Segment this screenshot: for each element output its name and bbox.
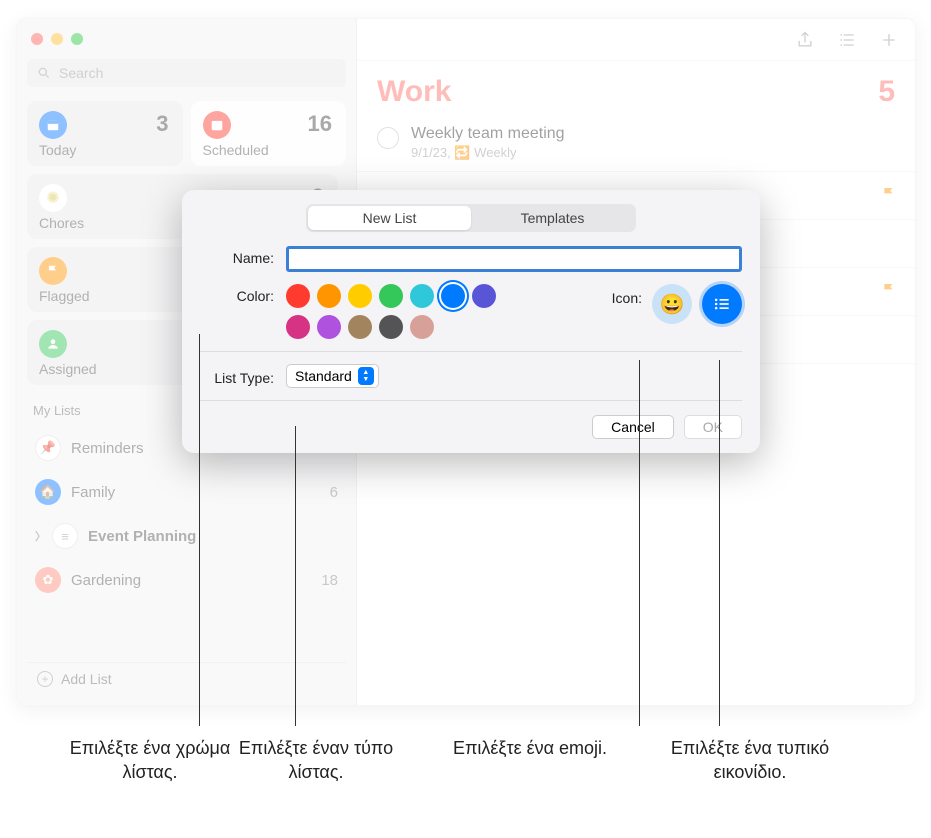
tab-new-list[interactable]: New List bbox=[308, 206, 471, 230]
folder-icon: ≡ bbox=[52, 523, 78, 549]
color-swatch[interactable] bbox=[348, 284, 372, 308]
sidebar-card-today[interactable]: Today 3 bbox=[27, 101, 183, 166]
calendar-today-icon bbox=[39, 111, 67, 139]
callout-emoji: Επιλέξτε ένα emoji. bbox=[440, 736, 620, 760]
tab-templates[interactable]: Templates bbox=[471, 206, 634, 230]
emoji-icon-button[interactable]: 😀 bbox=[652, 284, 692, 324]
page-count: 5 bbox=[878, 75, 895, 109]
list-type-select[interactable]: Standard ▲▼ bbox=[286, 364, 379, 388]
callout-line-type bbox=[295, 426, 296, 726]
home-icon: 🏠 bbox=[35, 479, 61, 505]
fullscreen-window-button[interactable] bbox=[71, 33, 83, 45]
list-item-family[interactable]: 🏠 Family 6 bbox=[27, 474, 346, 510]
list-item-event-planning[interactable]: 〉 ≡ Event Planning bbox=[27, 518, 346, 554]
select-arrows-icon: ▲▼ bbox=[358, 367, 374, 385]
list-count: 18 bbox=[321, 572, 338, 589]
cancel-button[interactable]: Cancel bbox=[592, 415, 674, 439]
list-count: 6 bbox=[330, 484, 338, 501]
ok-button[interactable]: OK bbox=[684, 415, 742, 439]
card-label: Scheduled bbox=[203, 142, 335, 158]
color-swatch[interactable] bbox=[472, 284, 496, 308]
list-view-icon[interactable] bbox=[837, 30, 857, 50]
list-label: Gardening bbox=[71, 572, 141, 589]
color-picker bbox=[286, 284, 506, 339]
plus-icon: + bbox=[37, 671, 53, 687]
color-swatch[interactable] bbox=[410, 315, 434, 339]
name-label: Name: bbox=[200, 246, 274, 266]
reminder-title: Weekly team meeting bbox=[411, 125, 565, 143]
card-label: Today bbox=[39, 142, 171, 158]
list-label: Event Planning bbox=[88, 528, 196, 545]
color-swatch[interactable] bbox=[379, 315, 403, 339]
color-swatch[interactable] bbox=[286, 284, 310, 308]
list-type-value: Standard bbox=[295, 368, 352, 384]
star-icon: ✺ bbox=[39, 184, 67, 212]
list-type-label: List Type: bbox=[200, 366, 274, 386]
callout-color: Επιλέξτε ένα χρώμα λίστας. bbox=[60, 736, 240, 785]
dialog-tabs: New List Templates bbox=[306, 204, 636, 232]
calendar-icon bbox=[203, 111, 231, 139]
page-title: Work bbox=[377, 75, 451, 109]
callout-icon: Επιλέξτε ένα τυπικό εικονίδιο. bbox=[650, 736, 850, 785]
flag-icon bbox=[39, 257, 67, 285]
callout-line-color bbox=[199, 334, 200, 726]
search-input[interactable]: Search bbox=[27, 59, 346, 87]
toolbar bbox=[357, 19, 915, 61]
leaf-icon: ✿ bbox=[35, 567, 61, 593]
color-swatch[interactable] bbox=[379, 284, 403, 308]
minimize-window-button[interactable] bbox=[51, 33, 63, 45]
reminder-item[interactable]: Weekly team meeting 9/1/23, 🔁 Weekly bbox=[357, 115, 915, 172]
color-swatch[interactable] bbox=[348, 315, 372, 339]
search-icon bbox=[37, 66, 51, 80]
share-icon[interactable] bbox=[795, 30, 815, 50]
color-swatch[interactable] bbox=[317, 284, 341, 308]
search-placeholder: Search bbox=[59, 65, 103, 81]
callout-type: Επιλέξτε έναν τύπο λίστας. bbox=[226, 736, 406, 785]
color-swatch[interactable] bbox=[441, 284, 465, 308]
standard-icon-button[interactable] bbox=[702, 284, 742, 324]
close-window-button[interactable] bbox=[31, 33, 43, 45]
new-list-dialog: New List Templates Name: Color: Icon: 😀 … bbox=[182, 190, 760, 453]
icon-label: Icon: bbox=[582, 284, 642, 306]
traffic-lights bbox=[31, 33, 83, 45]
list-item-gardening[interactable]: ✿ Gardening 18 bbox=[27, 562, 346, 598]
sidebar-card-scheduled[interactable]: Scheduled 16 bbox=[191, 101, 347, 166]
disclosure-icon[interactable]: 〉 bbox=[35, 528, 46, 544]
person-icon bbox=[39, 330, 67, 358]
reminder-checkbox[interactable] bbox=[377, 127, 399, 149]
callout-line-emoji bbox=[639, 360, 640, 726]
list-label: Reminders bbox=[71, 440, 144, 457]
card-count: 16 bbox=[308, 111, 332, 137]
flag-icon bbox=[881, 186, 897, 202]
name-input[interactable] bbox=[286, 246, 742, 272]
card-count: 3 bbox=[156, 111, 168, 137]
color-label: Color: bbox=[200, 284, 274, 304]
pin-icon: 📌 bbox=[35, 435, 61, 461]
callout-line-icon bbox=[719, 360, 720, 726]
flag-icon bbox=[881, 282, 897, 298]
color-swatch[interactable] bbox=[317, 315, 341, 339]
add-reminder-icon[interactable] bbox=[879, 30, 899, 50]
list-label: Family bbox=[71, 484, 115, 501]
add-list-button[interactable]: + Add List bbox=[27, 662, 346, 695]
add-list-label: Add List bbox=[61, 671, 112, 687]
reminder-meta: 9/1/23, 🔁 Weekly bbox=[411, 145, 565, 161]
color-swatch[interactable] bbox=[286, 315, 310, 339]
color-swatch[interactable] bbox=[410, 284, 434, 308]
